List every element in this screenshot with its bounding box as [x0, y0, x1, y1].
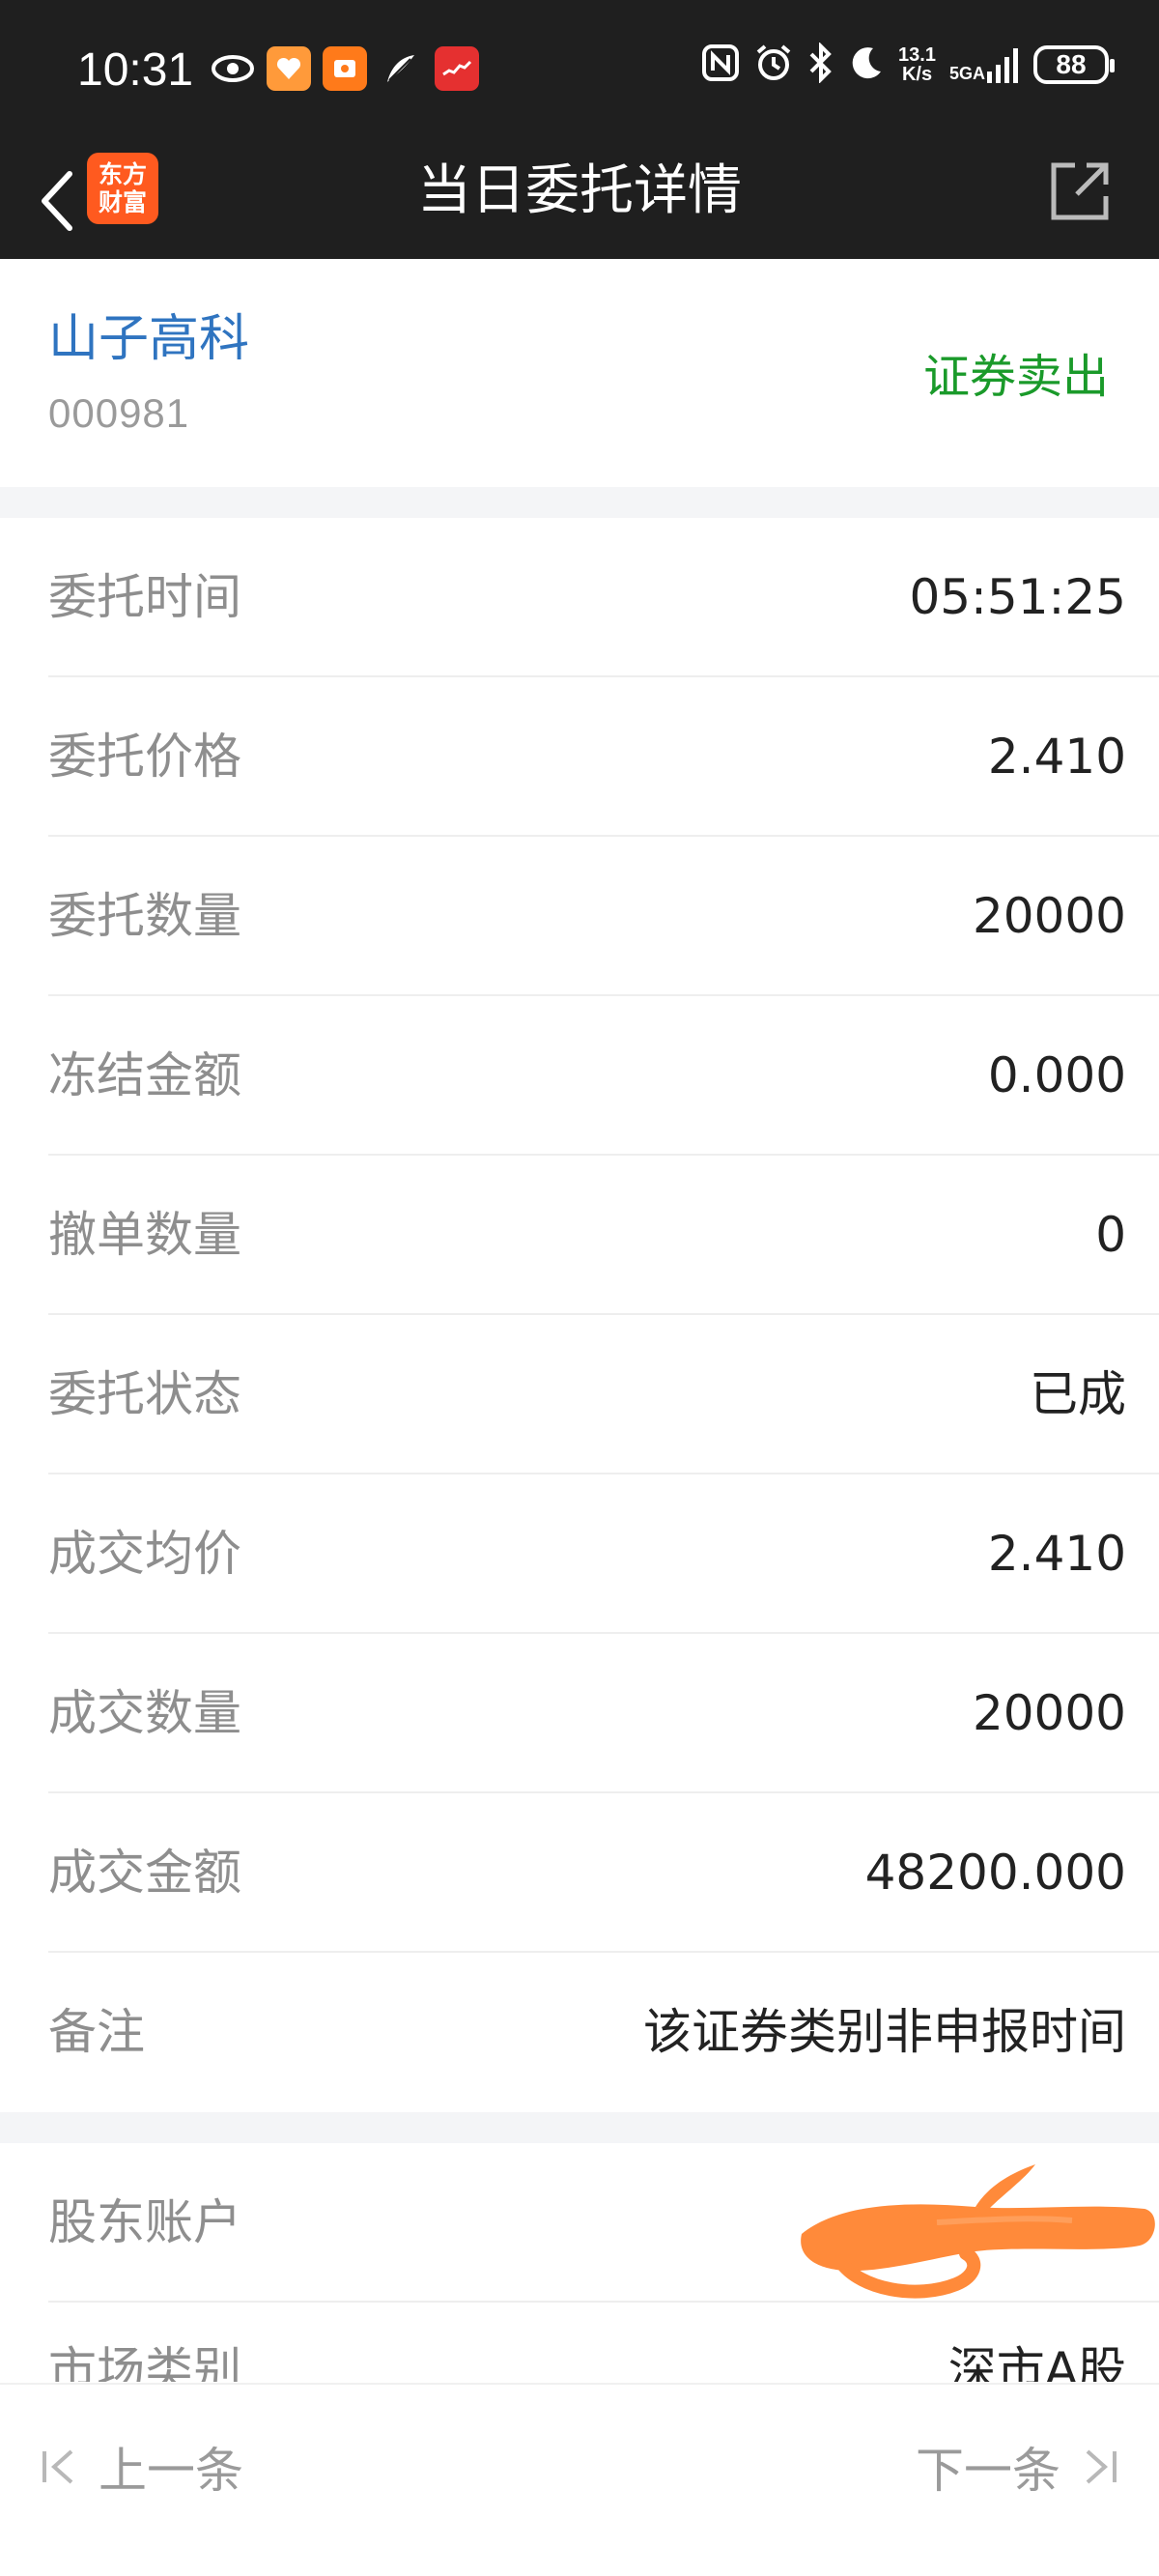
battery-indicator: 88 — [1033, 45, 1115, 84]
detail-value: 深市A股 — [947, 2342, 1126, 2382]
detail-value: 2.410 — [987, 1526, 1126, 1582]
previous-label: 上一条 — [99, 2443, 243, 2499]
detail-label: 股东账户 — [48, 2194, 241, 2250]
detail-label: 撤单数量 — [48, 1207, 241, 1263]
redaction-scribble — [801, 2164, 1155, 2299]
signal-bars-icon — [987, 48, 1018, 83]
stock-app-icon — [435, 46, 479, 91]
shopping-app-icon — [323, 46, 367, 91]
stock-header: 山子高科 000981 证券卖出 — [0, 259, 1159, 487]
detail-row-order-quantity: 委托数量 20000 — [0, 837, 1159, 996]
app-logo-line1: 东方 — [98, 160, 147, 188]
detail-row-avg-price: 成交均价 2.410 — [0, 1474, 1159, 1634]
moon-icon — [848, 44, 885, 85]
nav-bar: 当日委托详情 — [0, 143, 1159, 259]
detail-label: 成交金额 — [48, 1845, 241, 1901]
detail-row-market-type: 市场类别 深市A股 — [0, 2304, 1159, 2382]
detail-value: 20000 — [972, 888, 1126, 944]
network-speed-value: 13.1 — [898, 44, 936, 66]
order-details-list: 委托时间 05:51:25 委托价格 2.410 委托数量 20000 冻结金额… — [0, 518, 1159, 2112]
alarm-icon — [753, 43, 794, 87]
status-notification-icons — [211, 46, 479, 91]
network-type: 5GA — [948, 64, 985, 83]
app-logo: 东方 财富 — [87, 153, 158, 224]
bluetooth-icon — [807, 42, 834, 87]
bottom-bar: 上一条 下一条 — [0, 2383, 1159, 2576]
detail-value: 0.000 — [987, 1047, 1126, 1103]
first-chevron-left-icon — [42, 2449, 73, 2484]
app-logo-line2: 财富 — [98, 188, 147, 216]
detail-value: 20000 — [972, 1685, 1126, 1741]
next-label: 下一条 — [916, 2443, 1060, 2499]
trade-type: 证券卖出 — [922, 350, 1109, 404]
eye-icon — [211, 46, 255, 91]
last-chevron-right-icon — [1086, 2449, 1117, 2484]
network-speed: 13.1 K/s — [898, 45, 936, 84]
detail-value: 05:51:25 — [909, 569, 1126, 625]
status-time: 10:31 — [77, 44, 194, 96]
detail-row-filled-quantity: 成交数量 20000 — [0, 1634, 1159, 1793]
detail-label: 委托数量 — [48, 888, 241, 944]
detail-label: 备注 — [48, 2004, 145, 2060]
detail-label: 委托状态 — [48, 1366, 241, 1422]
detail-label: 市场类别 — [48, 2342, 241, 2382]
next-button[interactable]: 下一条 — [916, 2423, 1120, 2510]
heart-app-icon — [267, 46, 311, 91]
stock-code: 000981 — [48, 390, 190, 436]
detail-row-cancel-quantity: 撤单数量 0 — [0, 1156, 1159, 1315]
detail-row-order-price: 委托价格 2.410 — [0, 677, 1159, 837]
detail-row-order-status: 委托状态 已成 — [0, 1315, 1159, 1474]
detail-row-filled-amount: 成交金额 48200.000 — [0, 1793, 1159, 1953]
network-speed-unit: K/s — [901, 64, 933, 85]
detail-value: 48200.000 — [864, 1845, 1126, 1901]
detail-value: 2.410 — [987, 729, 1126, 785]
detail-row-remark: 备注 该证券类别非申报时间 — [0, 1953, 1159, 2112]
detail-value: 0 — [1095, 1207, 1126, 1263]
nfc-icon — [701, 43, 740, 86]
external-link-icon — [1051, 162, 1109, 220]
feather-icon — [379, 46, 423, 91]
detail-value: 已成 — [1030, 1366, 1126, 1422]
detail-value: 该证券类别非申报时间 — [643, 2004, 1126, 2060]
status-system-icons: 13.1 K/s 5GA 88 — [701, 42, 1115, 87]
page-title: 当日委托详情 — [417, 159, 742, 222]
detail-label: 冻结金额 — [48, 1047, 241, 1103]
detail-label: 委托价格 — [48, 729, 241, 785]
share-button[interactable] — [1039, 151, 1120, 232]
section-divider — [0, 2112, 1159, 2143]
detail-row-frozen-amount: 冻结金额 0.000 — [0, 996, 1159, 1156]
detail-label: 成交均价 — [48, 1526, 241, 1582]
status-bar: 10:31 13.1 K/s 5GA 88 — [0, 0, 1159, 143]
detail-label: 委托时间 — [48, 569, 241, 625]
previous-button[interactable]: 上一条 — [39, 2423, 243, 2510]
detail-label: 成交数量 — [48, 1685, 241, 1741]
signal: 5GA — [949, 46, 1020, 83]
stock-name[interactable]: 山子高科 — [48, 298, 249, 370]
detail-row-order-time: 委托时间 05:51:25 — [0, 518, 1159, 677]
section-divider — [0, 487, 1159, 518]
